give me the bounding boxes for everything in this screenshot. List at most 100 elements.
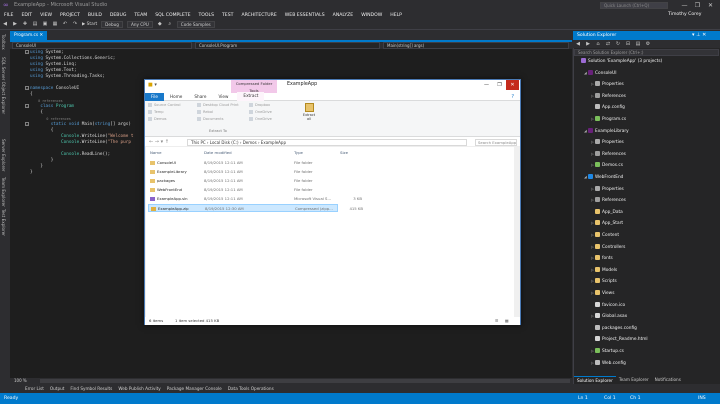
menu-sql-complete[interactable]: SQL COMPLETE [151,11,194,20]
home-icon[interactable]: ⌂ [595,41,602,48]
file-row[interactable]: ExampleLibrary 8/19/2015 12:11 AM File fol… [148,168,338,176]
close-button[interactable]: ✕ [506,80,519,90]
save-icon[interactable]: ▣ [42,21,49,28]
sql-server-object-explorer-tab[interactable]: SQL Server Object Explorer [1,57,6,114]
extract-to-rebol[interactable]: Rebol [197,110,213,115]
help-icon[interactable]: ? [511,94,514,100]
tab-extract[interactable]: Extract [237,92,265,101]
tab-file[interactable]: File [145,92,165,101]
find-icon[interactable]: ⌕ [166,21,173,28]
menu-window[interactable]: WINDOW [357,11,386,20]
tree-item[interactable]: Solution 'ExampleApp' (3 projects) [577,58,662,65]
tab-error-list[interactable]: Error List [22,384,47,393]
tree-item[interactable]: ▷ Views [591,290,614,297]
configuration-dropdown[interactable]: Debug [101,21,123,28]
new-project-icon[interactable]: ✚ [22,21,29,28]
tab-view[interactable]: View [212,93,234,101]
tree-item[interactable]: ◢ WebFrontEnd [584,174,623,181]
start-button[interactable]: ▶ Start [82,22,97,27]
tree-item[interactable]: ▷ Program.cs [591,116,626,123]
minimize-button[interactable]: — [480,80,493,90]
close-button[interactable]: ✕ [704,0,717,11]
signed-in-user[interactable]: Timothy Corey [668,12,701,17]
extract-to-demos[interactable]: Demos [148,117,167,122]
menu-team[interactable]: TEAM [130,11,151,20]
team-explorer-tab[interactable]: Team Explorer [1,177,6,207]
menu-build[interactable]: BUILD [84,11,106,20]
recent-icon[interactable]: ▾ [161,139,164,145]
save-all-icon[interactable]: ▦ [52,21,59,28]
extract-to-documents[interactable]: Documents [197,117,224,122]
column-type[interactable]: Type [294,149,303,156]
server-explorer-tab[interactable]: Server Explorer [1,139,6,172]
menu-debug[interactable]: DEBUG [106,11,131,20]
file-row[interactable]: ConsoleUI 8/19/2015 12:11 AM File folder [148,159,338,167]
tree-item[interactable]: ▷ Demos.cs [591,162,623,169]
column-name[interactable]: Name [150,149,161,156]
large-icons-view-icon[interactable]: ▦ [505,317,509,325]
maximize-button[interactable]: ❐ [691,0,704,11]
tree-item[interactable]: ▷ References [591,150,626,158]
tree-item[interactable]: App_Data [591,208,623,216]
toolbox-tab[interactable]: Toolbox [1,34,6,50]
project-dropdown[interactable]: ConsoleUI [12,42,192,49]
menu-tools[interactable]: TOOLS [194,11,218,20]
outline-collapse-icon[interactable]: − [25,50,29,54]
menu-web-essentials[interactable]: WEB ESSENTIALS [281,11,329,20]
tab-team-explorer[interactable]: Team Explorer [616,376,652,384]
extract-to-source-control[interactable]: Source Control [148,103,180,108]
close-icon[interactable]: ✕ [39,33,43,38]
menu-architecture[interactable]: ARCHITECTURE [237,11,280,20]
extract-to-temp[interactable]: Temp [148,110,164,115]
pin-icon[interactable]: ⊥ [696,32,700,38]
up-icon[interactable]: ↑ [165,139,169,145]
tab-web-publish-activity[interactable]: Web Publish Activity [115,384,163,393]
tree-item[interactable]: ◢ ExampleLibrary [584,127,629,135]
tree-item[interactable]: ▷ Scripts [591,278,617,285]
test-explorer-tab[interactable]: Test Explorer [1,209,6,236]
tree-item[interactable]: ▷ Content [591,232,619,239]
column-size[interactable]: Size [340,149,348,156]
column-date-modified[interactable]: Date modified [204,149,232,156]
tree-item[interactable]: Project_Readme.html [591,336,648,343]
outline-collapse-icon[interactable]: − [25,104,29,108]
attach-icon[interactable]: ◆ [156,21,163,28]
menu-analyze[interactable]: ANALYZE [329,11,358,20]
close-icon[interactable]: ✕ [702,32,706,38]
tree-item[interactable]: ▷ Controllers [591,243,625,251]
tab-data-tools-operations[interactable]: Data Tools Operations [225,384,277,393]
tab-share[interactable]: Share [188,93,212,101]
type-dropdown[interactable]: ConsoleUI.Program [195,42,380,49]
extract-to-onedrive[interactable]: OneDrive [249,117,272,122]
tree-item[interactable]: ▷ References [591,92,626,100]
extract-to-dropbox[interactable]: Dropbox [249,103,270,108]
menu-test[interactable]: TEST [218,11,237,20]
tab-program-cs[interactable]: Program.cs ✕ [10,31,48,40]
file-row[interactable]: ExampleApp.sln 8/19/2015 12:11 AM Microsof… [148,195,362,203]
tab-package-manager-console[interactable]: Package Manager Console [164,384,225,393]
tree-item[interactable]: packages.config [591,324,637,332]
tree-item[interactable]: ▷ Web.config [591,359,626,367]
minimize-button[interactable]: — [678,0,691,11]
menu-help[interactable]: HELP [386,11,406,20]
properties-icon[interactable]: ⚙ [645,41,652,48]
code-samples-box[interactable]: Code Samples [176,21,215,28]
file-row[interactable]: WebFrontEnd 8/19/2015 12:11 AM File folder [148,186,338,194]
tree-item[interactable]: ▷ fonts [591,255,613,262]
tree-item[interactable]: ▷ Models [591,266,617,274]
member-dropdown[interactable]: Main(string[] args) [383,42,569,49]
forward-icon[interactable]: → [155,139,159,145]
undo-icon[interactable]: ↶ [62,21,69,28]
quick-launch-input[interactable]: Quick Launch (Ctrl+Q) [600,2,668,9]
horizontal-scrollbar[interactable] [40,379,570,383]
folder-icon[interactable]: ■ [148,82,153,88]
tree-item[interactable]: ▷ References [591,197,626,204]
tab-find-symbol-results[interactable]: Find Symbol Results [67,384,115,393]
maximize-button[interactable]: ❐ [493,80,506,90]
menu-view[interactable]: VIEW [36,11,56,20]
file-row[interactable]: packages 8/19/2015 12:11 AM File folder [148,177,338,185]
tab-solution-explorer[interactable]: Solution Explorer [574,375,616,385]
show-all-files-icon[interactable]: ▤ [635,41,642,48]
refresh-icon[interactable]: ↻ [615,41,622,48]
tree-item[interactable]: favicon.ico [591,301,625,309]
